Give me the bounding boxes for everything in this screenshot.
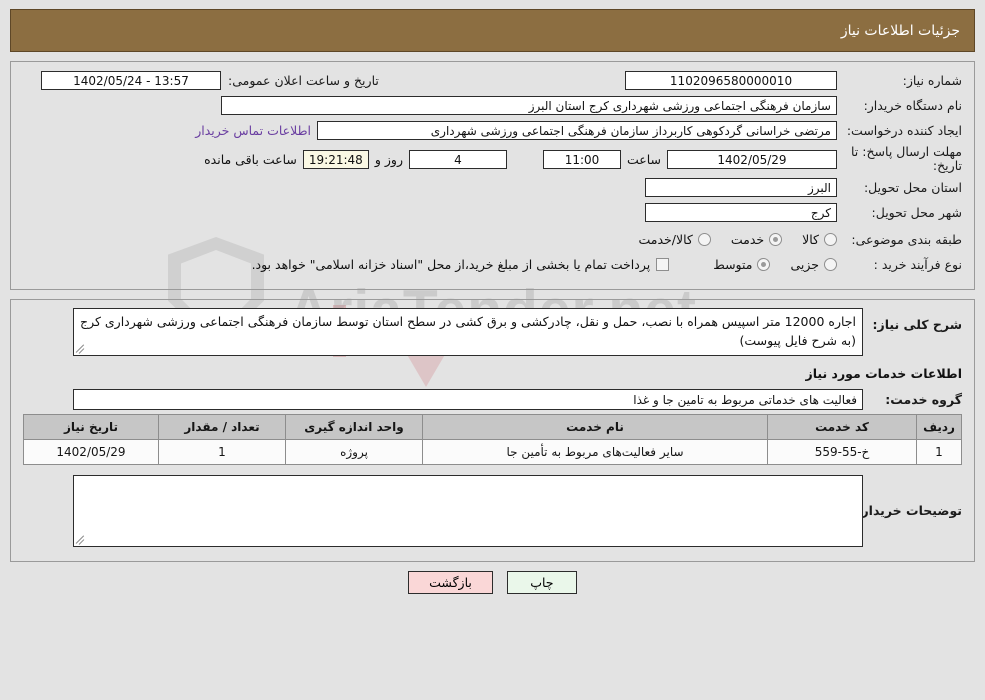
need-number-value: 1102096580000010: [625, 71, 837, 90]
col-service-name: نام خدمت: [422, 414, 768, 440]
response-deadline-label: مهلت ارسال پاسخ: تا تاریخ:: [851, 144, 962, 173]
radio-option-minor[interactable]: جزیی: [790, 257, 837, 272]
service-group-value: فعالیت های خدماتی مربوط به تامین جا و غذ…: [73, 389, 863, 410]
buyer-contact-link[interactable]: اطلاعات تماس خریدار: [195, 123, 311, 138]
cell-unit: پروژه: [285, 439, 423, 465]
services-table: ردیف کد خدمت نام خدمت واحد اندازه گیری ت…: [23, 414, 962, 465]
general-description-row: شرح کلی نیاز: اجاره 12000 متر اسپیس همرا…: [23, 308, 962, 356]
cell-row-number: 1: [916, 439, 962, 465]
delivery-province-value: البرز: [645, 178, 837, 197]
hour-label: ساعت: [626, 151, 661, 167]
delivery-city-value: کرج: [645, 203, 837, 222]
page-title: جزئیات اطلاعات نیاز: [840, 22, 960, 39]
need-info-panel: شماره نیاز: 1102096580000010 تاریخ و ساع…: [10, 61, 975, 290]
radio-option-medium[interactable]: متوسط: [713, 257, 771, 272]
col-quantity: تعداد / مقدار: [158, 414, 286, 440]
deadline-date-value: 1402/05/29: [667, 149, 837, 169]
page-header: جزئیات اطلاعات نیاز: [10, 9, 975, 52]
radio-minor-icon[interactable]: [824, 258, 837, 271]
cell-service-code: خ-55-559: [767, 439, 917, 465]
radio-medium-icon[interactable]: [757, 258, 771, 271]
treasury-bonds-text: پرداخت تمام یا بخشی از مبلغ خرید،از محل …: [251, 257, 651, 272]
radio-goods-service-icon[interactable]: [697, 233, 711, 246]
buyer-org-value: سازمان فرهنگی اجتماعی ورزشی شهرداری کرج …: [221, 96, 837, 115]
countdown-timer: 19:21:48: [302, 149, 369, 169]
treasury-bonds-checkbox[interactable]: [656, 258, 670, 271]
need-number-row: شماره نیاز: 1102096580000010 تاریخ و ساع…: [23, 70, 962, 91]
general-description-value: اجاره 12000 متر اسپیس همراه با نصب، حمل …: [80, 314, 856, 348]
print-button[interactable]: چاپ: [506, 571, 577, 594]
buyer-org-label: نام دستگاه خریدار:: [863, 98, 962, 113]
radio-option-goods-service[interactable]: کالا/خدمت: [638, 232, 711, 247]
need-number-label: شماره نیاز:: [902, 73, 962, 88]
purchase-process-label: نوع فرآیند خرید :: [873, 257, 962, 272]
request-creator-row: ایجاد کننده درخواست: مرتضی خراسانی گردکو…: [23, 120, 962, 141]
table-row: 1 خ-55-559 سایر فعالیت‌های مربوط به تأمی…: [23, 439, 962, 465]
col-need-date: تاریخ نیاز: [23, 414, 159, 440]
radio-option-goods[interactable]: کالا: [802, 232, 837, 247]
col-service-code: کد خدمت: [767, 414, 917, 440]
service-group-label: گروه خدمت:: [885, 392, 962, 407]
radio-medium-label: متوسط: [713, 257, 753, 272]
radio-minor-label: جزیی: [790, 257, 819, 272]
delivery-city-label: شهر محل تحویل:: [871, 205, 962, 220]
subject-category-row: طبقه بندی موضوعی: کالا خدمت کالا/خدمت: [23, 229, 962, 250]
delivery-city-row: شهر محل تحویل: کرج: [23, 202, 962, 223]
delivery-province-label: استان محل تحویل:: [863, 180, 962, 195]
back-button[interactable]: بازگشت: [408, 571, 493, 594]
remaining-label: ساعت باقی مانده: [204, 151, 297, 167]
deadline-hour-value: 11:00: [542, 149, 621, 169]
col-row-number: ردیف: [916, 414, 962, 440]
buyer-org-row: نام دستگاه خریدار: سازمان فرهنگی اجتماعی…: [23, 95, 962, 116]
resize-grip-icon[interactable]: [76, 344, 86, 354]
radio-service-icon[interactable]: [769, 233, 783, 246]
request-creator-value: مرتضی خراسانی گردکوهی کاربرداز سازمان فر…: [317, 121, 837, 140]
table-header-row: ردیف کد خدمت نام خدمت واحد اندازه گیری ت…: [23, 414, 962, 440]
radio-goods-icon[interactable]: [824, 233, 837, 246]
footer-actions: چاپ بازگشت: [0, 571, 985, 594]
radio-goods-label: کالا: [802, 232, 819, 247]
radio-goods-service-label: کالا/خدمت: [638, 232, 693, 247]
request-creator-label: ایجاد کننده درخواست:: [846, 123, 962, 138]
general-description-label: شرح کلی نیاز:: [872, 317, 962, 332]
radio-service-label: خدمت: [730, 232, 765, 247]
cell-need-date: 1402/05/29: [23, 439, 159, 465]
need-details-panel: شرح کلی نیاز: اجاره 12000 متر اسپیس همرا…: [10, 299, 975, 562]
buyer-notes-row: توضیحات خریدار:: [23, 475, 962, 547]
announce-datetime-label: تاریخ و ساعت اعلان عمومی:: [228, 73, 379, 88]
delivery-province-row: استان محل تحویل: البرز: [23, 177, 962, 198]
general-description-textarea[interactable]: اجاره 12000 متر اسپیس همراه با نصب، حمل …: [73, 308, 863, 356]
subject-category-label: طبقه بندی موضوعی:: [851, 232, 962, 247]
buyer-notes-label: توضیحات خریدار:: [856, 503, 962, 518]
cell-quantity: 1: [158, 439, 286, 465]
purchase-process-row: نوع فرآیند خرید : جزیی متوسط پرداخت تمام…: [23, 254, 962, 275]
remaining-days-value: 4: [408, 149, 507, 169]
cell-service-name: سایر فعالیت‌های مربوط به تأمین جا: [422, 439, 768, 465]
announce-datetime-value: 13:57 - 1402/05/24: [41, 71, 221, 90]
buyer-notes-textarea[interactable]: [73, 475, 863, 547]
radio-option-service[interactable]: خدمت: [730, 232, 783, 247]
resize-grip-icon-notes[interactable]: [76, 535, 86, 545]
response-deadline-row: مهلت ارسال پاسخ: تا تاریخ: 1402/05/29 سا…: [23, 145, 962, 173]
services-section-heading: اطلاعات خدمات مورد نیاز: [805, 366, 963, 381]
service-group-row: گروه خدمت: فعالیت های خدماتی مربوط به تا…: [23, 389, 962, 410]
days-label: روز و: [374, 151, 403, 167]
col-unit: واحد اندازه گیری: [285, 414, 423, 440]
